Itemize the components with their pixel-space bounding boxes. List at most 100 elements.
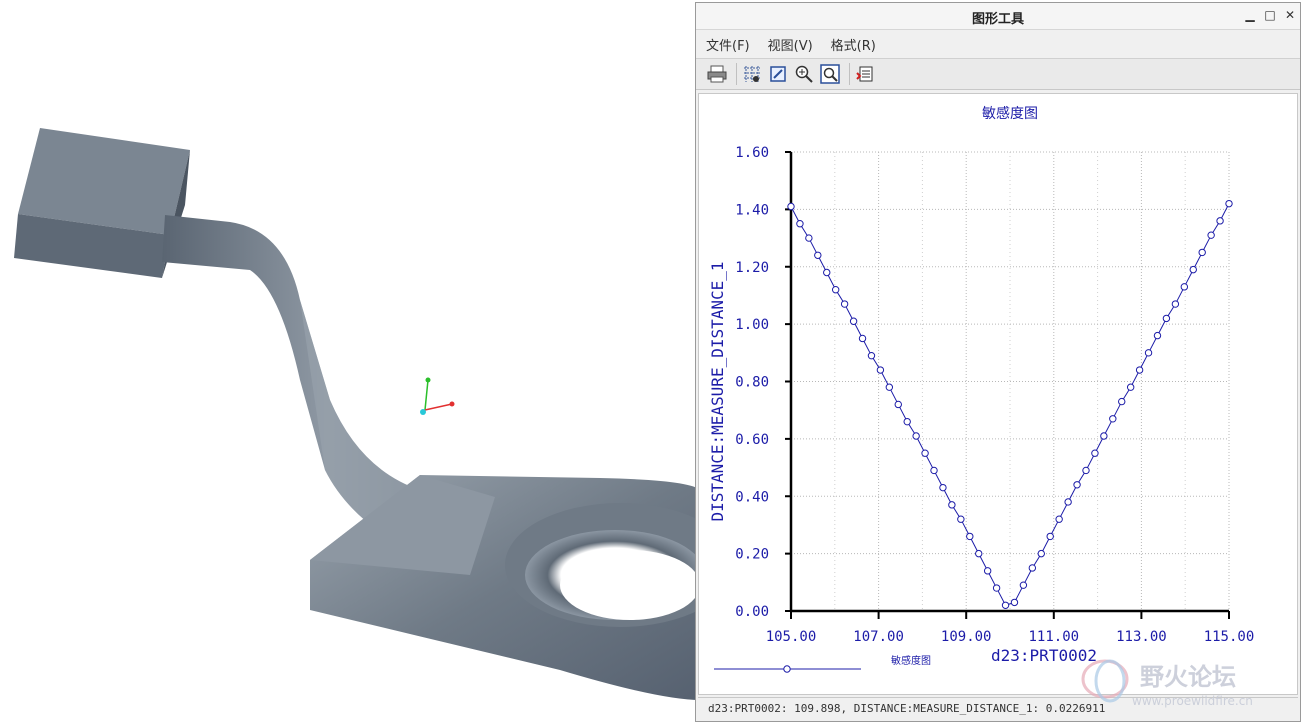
y-tick-label: 0.80: [735, 375, 769, 391]
grid-icon: [744, 66, 760, 82]
minimize-button[interactable]: ▁: [1242, 7, 1258, 23]
data-point: [1135, 366, 1144, 374]
graph-area[interactable]: 敏感度图 105.00 107.00 109.00 111.00 113.00 115.00…: [698, 93, 1298, 695]
x-tick-label: 105.00: [766, 629, 817, 645]
data-point: [858, 334, 867, 343]
data-point: [805, 234, 813, 242]
close-button[interactable]: ✕: [1282, 7, 1298, 23]
watermark-title: 野火论坛: [1140, 663, 1236, 691]
graph-tool-window: 图形工具 ▁ □ ✕ 文件(F) 视图(V) 格式(R) 敏感度图 105.00…: [695, 2, 1301, 722]
data-point: [903, 417, 911, 426]
data-point: [948, 501, 956, 509]
coordinate-triad-icon: [420, 377, 455, 415]
data-point: [876, 366, 885, 374]
data-point: [814, 251, 822, 259]
data-point: [1019, 581, 1028, 589]
legend-marker: [783, 665, 791, 673]
model-viewport[interactable]: [0, 0, 700, 722]
sensitivity-chart: 敏感度图 105.00 107.00 109.00 111.00 113.00 115.00…: [708, 105, 1255, 673]
data-point: [992, 584, 1001, 592]
data-point: [921, 449, 929, 457]
maximize-button[interactable]: □: [1262, 7, 1278, 23]
data-point: [796, 220, 804, 228]
y-axis-label: DISTANCE:MEASURE_DISTANCE_1: [708, 261, 727, 521]
data-point: [1162, 314, 1171, 323]
data-point: [1225, 199, 1233, 208]
zoom-in-icon: [795, 65, 813, 83]
data-point: [1171, 300, 1180, 308]
data-point: [1207, 231, 1215, 239]
legend-label: 敏感度图: [891, 654, 931, 667]
zoom-fit-icon: [820, 64, 840, 84]
data-point: [1046, 532, 1054, 541]
menu-file[interactable]: 文件(F): [706, 35, 750, 54]
print-button[interactable]: [706, 63, 728, 85]
data-point: [957, 515, 965, 523]
chart-title: 敏感度图: [982, 105, 1038, 122]
y-tick-label: 0.40: [735, 489, 769, 505]
printer-icon: [707, 65, 727, 83]
export-button[interactable]: [854, 63, 876, 85]
data-point: [1180, 283, 1189, 291]
data-point: [1109, 415, 1117, 423]
data-point: [1064, 498, 1072, 506]
zoom-in-button[interactable]: [793, 63, 815, 85]
data-point: [1144, 349, 1153, 357]
data-point: [912, 432, 920, 440]
data-point: [831, 286, 840, 294]
x-tick-label: 115.00: [1204, 629, 1255, 645]
data-point: [939, 483, 947, 492]
x-tick-label: 107.00: [853, 629, 904, 645]
data-point: [983, 567, 992, 575]
data-point: [867, 351, 876, 360]
data-point: [885, 383, 894, 391]
x-tick-label: 111.00: [1029, 629, 1080, 645]
menu-format[interactable]: 格式(R): [831, 35, 876, 54]
3d-model-render: [14, 128, 700, 700]
watermark-url: www.proewildfire.cn: [1132, 694, 1253, 708]
data-point: [1028, 564, 1037, 572]
y-tick-label: 1.40: [735, 202, 769, 218]
data-point: [975, 549, 983, 558]
x-tick-label: 113.00: [1116, 629, 1167, 645]
window-title: 图形工具: [971, 12, 1024, 27]
data-point: [1100, 432, 1108, 440]
y-tick-label: 0.60: [735, 432, 769, 448]
edit-icon: [770, 66, 786, 82]
title-bar[interactable]: 图形工具 ▁ □ ✕: [696, 3, 1300, 30]
edit-button[interactable]: [767, 63, 789, 85]
data-point: [1126, 383, 1135, 391]
status-text: d23:PRT0002: 109.898, DISTANCE:MEASURE_D…: [708, 702, 1106, 715]
data-point: [1037, 549, 1045, 558]
data-point: [1001, 601, 1010, 609]
data-point: [930, 466, 938, 475]
export-icon: [856, 66, 873, 82]
y-tick-label: 0.20: [735, 547, 769, 563]
x-tick-label: 109.00: [941, 629, 992, 645]
data-point: [787, 202, 795, 211]
data-point: [1189, 265, 1197, 274]
toolbar: [696, 58, 1300, 90]
data-point: [1153, 331, 1162, 340]
data-point: [1216, 217, 1224, 225]
grid-toggle-button[interactable]: [741, 63, 763, 85]
y-tick-label: 1.60: [735, 145, 769, 161]
data-point: [1055, 515, 1063, 523]
y-tick-label: 1.20: [735, 260, 769, 276]
data-point: [966, 532, 974, 541]
data-point: [823, 268, 831, 277]
data-point: [1010, 598, 1019, 607]
forum-watermark: 野火论坛 www.proewildfire.cn: [1070, 651, 1280, 711]
data-point: [1073, 481, 1081, 489]
data-point: [840, 300, 849, 308]
menu-view[interactable]: 视图(V): [768, 35, 813, 54]
data-point: [1198, 248, 1206, 257]
data-point: [849, 317, 858, 325]
toolbar-separator: [736, 63, 737, 85]
data-point: [1091, 449, 1099, 457]
zoom-fit-button[interactable]: [819, 63, 841, 85]
y-tick-label: 1.00: [735, 317, 769, 333]
watermark-logo-icon: 野火论坛 www.proewildfire.cn: [1081, 659, 1253, 708]
data-point: [1118, 397, 1126, 406]
y-tick-label: 0.00: [735, 604, 769, 620]
